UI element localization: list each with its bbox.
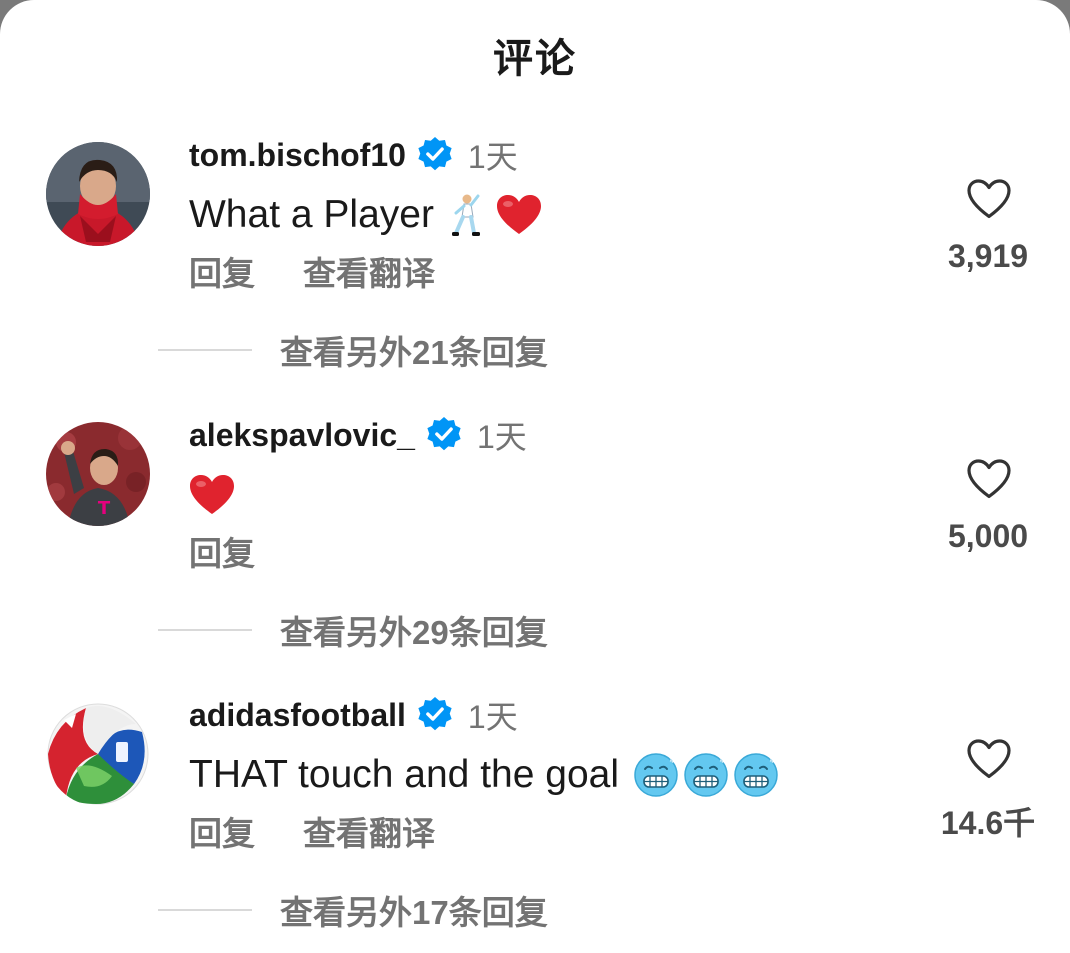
heart-outline-icon[interactable] [966, 178, 1012, 222]
cold-face-emoji-icon: ❄ [733, 752, 779, 798]
verified-badge-icon [416, 136, 454, 174]
view-replies-label: 查看另外29条回复 [280, 614, 548, 651]
comment-actions: 回复 查看翻译 [189, 810, 435, 852]
avatar[interactable]: T [46, 422, 150, 526]
comment-actions: 回复 [189, 530, 255, 572]
heart-outline-icon[interactable] [966, 458, 1012, 502]
like-control: 5,000 [918, 458, 1058, 558]
replies-divider [158, 629, 252, 631]
see-translation-button[interactable]: 查看翻译 [303, 807, 435, 855]
like-count: 14.6千 [940, 805, 1036, 841]
comment-header: adidasfootball 1天 [189, 694, 518, 736]
view-replies-button[interactable]: 查看另外29条回复 [158, 608, 548, 652]
reply-button[interactable]: 回复 [189, 527, 255, 575]
username[interactable]: tom.bischof10 [189, 137, 406, 174]
svg-text:T: T [98, 498, 111, 519]
cold-face-emoji-icon: ❄ [633, 752, 679, 798]
cold-face-emoji-icon: ❄ [683, 752, 729, 798]
avatar[interactable] [46, 702, 150, 806]
avatar[interactable] [46, 142, 150, 246]
comment-header: tom.bischof10 1天 [189, 134, 518, 176]
avatar-image: T [46, 422, 150, 526]
comment-body: What a Player [189, 193, 434, 236]
view-replies-button[interactable]: 查看另外17条回复 [158, 888, 548, 932]
comment-time: 1天 [476, 419, 527, 455]
comment-text: THAT touch and the goal ❄ ❄ ❄ [189, 750, 779, 800]
like-count: 3,919 [947, 238, 1029, 274]
verified-badge-icon [425, 416, 463, 454]
comment-item: T alekspavlovic_ 1天 回复 5,000 查看另外29条回复 [0, 402, 1070, 682]
like-control: 14.6千 [918, 738, 1058, 841]
heart-outline-icon[interactable] [966, 738, 1012, 782]
username[interactable]: adidasfootball [189, 697, 406, 734]
view-replies-label: 查看另外21条回复 [280, 334, 548, 371]
view-replies-button[interactable]: 查看另外21条回复 [158, 328, 548, 372]
avatar-image [46, 142, 150, 246]
verified-badge-icon [416, 696, 454, 734]
sheet-title: 评论 [493, 37, 577, 81]
comments-sheet: 评论 tom.bischof10 1天 What a Player 回复 查看翻… [0, 0, 1070, 953]
svg-text:❄: ❄ [669, 756, 677, 766]
comment-item: adidasfootball 1天 THAT touch and the goa… [0, 682, 1070, 953]
red-heart-emoji-icon [189, 474, 235, 516]
like-control: 3,919 [918, 178, 1058, 278]
reply-button[interactable]: 回复 [189, 807, 255, 855]
comment-item: tom.bischof10 1天 What a Player 回复 查看翻译 3… [0, 122, 1070, 402]
comment-header: alekspavlovic_ 1天 [189, 414, 527, 456]
comment-time: 1天 [467, 699, 518, 735]
view-replies-label: 查看另外17条回复 [280, 894, 548, 931]
username[interactable]: alekspavlovic_ [189, 417, 415, 454]
dancing-man-emoji-icon [448, 193, 482, 237]
red-heart-emoji-icon [496, 194, 542, 236]
see-translation-button[interactable]: 查看翻译 [303, 247, 435, 295]
svg-text:❄: ❄ [769, 756, 777, 766]
comment-time: 1天 [467, 139, 518, 175]
replies-divider [158, 349, 252, 351]
comment-body: THAT touch and the goal [189, 753, 619, 796]
avatar-image [46, 702, 150, 806]
svg-text:❄: ❄ [719, 756, 727, 766]
comment-actions: 回复 查看翻译 [189, 250, 435, 292]
replies-divider [158, 909, 252, 911]
comment-text [189, 470, 235, 520]
like-count: 5,000 [947, 518, 1029, 554]
reply-button[interactable]: 回复 [189, 247, 255, 295]
comment-text: What a Player [189, 190, 542, 240]
